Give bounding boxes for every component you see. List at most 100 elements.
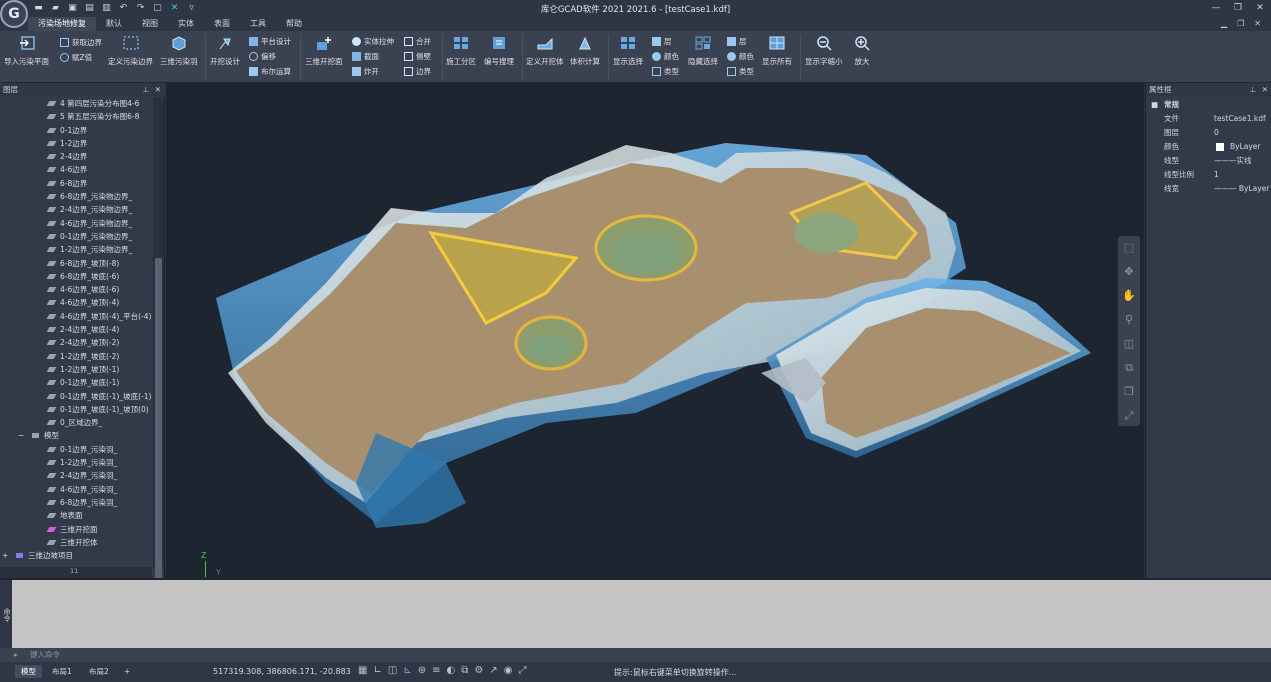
app-logo-icon[interactable]: G — [0, 0, 28, 28]
show-by-layer-button[interactable]: 层 — [652, 36, 672, 47]
layer-item[interactable]: 4 第四层污染分布图4-6 — [0, 97, 152, 110]
hide-by-layer-button[interactable]: 层 — [727, 36, 747, 47]
tab-pollution-site-repair[interactable]: 污染场地修复 — [28, 17, 96, 31]
layer-item[interactable]: 1-2边界_坡顶(-1) — [0, 363, 152, 376]
orbit-icon[interactable]: ✥ — [1118, 260, 1140, 284]
layer-item[interactable]: 2-4边界_坡底(-4) — [0, 323, 152, 336]
layer-item[interactable]: 0-1边界_污染物边界_ — [0, 230, 152, 243]
platform-design-button[interactable]: 平台设计 — [249, 36, 291, 47]
layer-item[interactable]: 2-4边界_污染羽_ — [0, 469, 152, 482]
tab-layout1[interactable]: 布局1 — [46, 665, 78, 678]
layer-hscroll[interactable]: 11 — [0, 567, 152, 578]
layer-item[interactable]: 0-1边界_坡底(-1) — [0, 376, 152, 389]
annotation-icon[interactable]: ↗ — [489, 665, 497, 676]
expand-icon[interactable]: − — [18, 429, 24, 442]
section-button[interactable]: 截面 — [352, 51, 379, 62]
hide-by-type-button[interactable]: 类型 — [727, 66, 754, 77]
panel-close-icon[interactable]: ✕ — [155, 83, 161, 96]
tab-tools[interactable]: 工具 — [240, 17, 276, 31]
properties-section[interactable]: ■ 常规 — [1146, 98, 1271, 112]
tab-help[interactable]: 帮助 — [276, 17, 312, 31]
minimize-icon[interactable]: — — [1205, 0, 1227, 16]
layer-item[interactable]: 1-2边界_污染羽_ — [0, 456, 152, 469]
view-3d-icon[interactable]: ❒ — [1118, 380, 1140, 404]
layer-item[interactable]: 0-1边界_坡底(-1)_坡底(-1) — [0, 390, 152, 403]
boundary-button[interactable]: 边界 — [404, 66, 431, 77]
isolate-icon[interactable]: ◉ — [504, 665, 513, 676]
show-by-color-button[interactable]: 颜色 — [652, 51, 679, 62]
property-row[interactable]: 线型 ———实线 — [1146, 154, 1271, 168]
selection-cycle-icon[interactable]: ⧉ — [461, 665, 468, 676]
tab-solid[interactable]: 实体 — [168, 17, 204, 31]
offset-button[interactable]: 偏移 — [249, 51, 276, 62]
tab-surface[interactable]: 表面 — [204, 17, 240, 31]
collapse-icon[interactable]: ■ — [1151, 98, 1158, 112]
zoom-out-button[interactable]: 显示字缩小 — [805, 34, 843, 67]
show-all-button[interactable]: 显示所有 — [762, 34, 792, 67]
layer-item[interactable]: 4-6边界_坡底(-6) — [0, 283, 152, 296]
merge-button[interactable]: 合并 — [404, 36, 431, 47]
three-d-excavation-surface-button[interactable]: 三维开挖面 — [305, 34, 343, 67]
command-input[interactable]: ▸ 键入命令 — [0, 648, 1271, 662]
property-row[interactable]: 颜色 ByLayer — [1146, 140, 1271, 154]
zoom-in-button[interactable]: 放大 — [852, 34, 872, 67]
maximize-icon[interactable]: ❐ — [1227, 0, 1249, 16]
pan-icon[interactable]: ✋ — [1118, 284, 1140, 308]
hide-select-button[interactable]: 隐藏选择 — [688, 34, 718, 67]
settings-gear-icon[interactable]: ⚙ — [474, 665, 483, 676]
layer-item[interactable]: 4-6边界_污染羽_ — [0, 483, 152, 496]
close-icon[interactable]: ✕ — [1249, 0, 1271, 16]
mdi-minimize-icon[interactable]: ▁ — [1221, 19, 1227, 28]
property-row[interactable]: 文件 testCase1.kdf — [1146, 112, 1271, 126]
layer-item[interactable]: 1-2边界 — [0, 137, 152, 150]
construction-zone-button[interactable]: 施工分区 — [446, 34, 476, 67]
layer-item[interactable]: 0_区域边界_ — [0, 416, 152, 429]
layer-item[interactable]: 三维开挖面 — [0, 523, 152, 536]
layer-item[interactable]: 4-6边界 — [0, 163, 152, 176]
lineweight-icon[interactable]: ≡ — [432, 665, 440, 676]
boolean-op-button[interactable]: 布尔运算 — [249, 66, 291, 77]
layer-item[interactable]: 0-1边界_污染羽_ — [0, 443, 152, 456]
panel-close-icon[interactable]: ✕ — [1262, 83, 1268, 96]
3d-viewport[interactable]: Z Y — [166, 83, 1144, 578]
expand-icon[interactable]: + — [2, 549, 8, 562]
clean-screen-icon[interactable]: ⤢ — [518, 665, 526, 676]
layer-item[interactable]: 2-4边界 — [0, 150, 152, 163]
command-history[interactable]: 命令 — [0, 578, 1271, 650]
numbering-extract-button[interactable]: 编号搜理 — [484, 34, 514, 67]
osnap-icon[interactable]: ⊾ — [403, 665, 411, 676]
add-layout-button[interactable]: + — [118, 665, 136, 678]
fullscreen-icon[interactable]: ⤢ — [1118, 404, 1140, 428]
view-box-icon[interactable]: ⧉ — [1118, 356, 1140, 380]
layer-item[interactable]: 6-8边界 — [0, 177, 152, 190]
layer-item[interactable]: 4-6边界_坡顶(-4) — [0, 296, 152, 309]
tab-view[interactable]: 视图 — [132, 17, 168, 31]
layer-item[interactable]: 1-2边界_污染物边界_ — [0, 243, 152, 256]
tab-layout2[interactable]: 布局2 — [83, 665, 115, 678]
pin-icon[interactable]: ⊥ — [142, 83, 149, 96]
zoom-icon[interactable]: ⚲ — [1118, 308, 1140, 332]
layer-item[interactable]: 1-2边界_坡底(-2) — [0, 350, 152, 363]
view-cube-icon[interactable]: ◫ — [1118, 332, 1140, 356]
assign-z-button[interactable]: 赋Z值 — [60, 52, 92, 63]
layer-item[interactable]: 6-8边界_坡底(-6) — [0, 270, 152, 283]
layer-item[interactable]: 0-1边界_坡底(-1)_坡顶(0) — [0, 403, 152, 416]
excavation-design-button[interactable]: 开挖设计 — [210, 34, 240, 67]
pin-icon[interactable]: ⊥ — [1249, 83, 1256, 96]
mdi-close-icon[interactable]: ✕ — [1254, 19, 1261, 28]
layer-item[interactable]: 2-4边界_坡顶(-2) — [0, 336, 152, 349]
layer-item[interactable]: 6-8边界_污染羽_ — [0, 496, 152, 509]
property-row[interactable]: 线型比例 1 — [1146, 168, 1271, 182]
layer-item[interactable]: 4-6边界_污染物边界_ — [0, 217, 152, 230]
show-by-type-button[interactable]: 类型 — [652, 66, 679, 77]
tree-root[interactable]: + 三维边坡项目 — [0, 549, 152, 562]
explode-button[interactable]: 炸开 — [352, 66, 379, 77]
define-excavation-body-button[interactable]: 定义开挖体 — [526, 34, 564, 67]
side-wall-button[interactable]: 侧壁 — [404, 51, 431, 62]
otrack-icon[interactable]: ⊛ — [418, 665, 426, 676]
solid-extrude-button[interactable]: 实体拉伸 — [352, 36, 394, 47]
select-window-icon[interactable]: ⬚ — [1118, 236, 1140, 260]
ortho-icon[interactable]: ∟ — [373, 665, 381, 676]
tree-group[interactable]: − 模型 — [0, 429, 152, 442]
get-boundary-button[interactable]: 获取边界 — [60, 37, 102, 48]
